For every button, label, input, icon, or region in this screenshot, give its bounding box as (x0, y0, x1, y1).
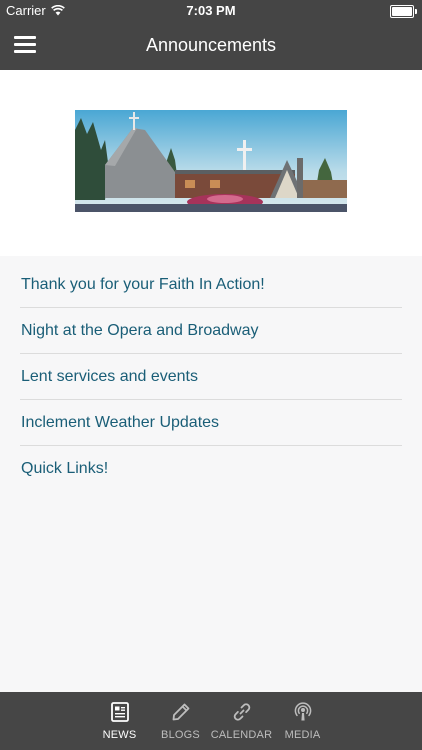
announcement-item[interactable]: Quick Links! (20, 446, 402, 491)
newspaper-icon (110, 702, 129, 722)
announcement-item[interactable]: Thank you for your Faith In Action! (20, 262, 402, 308)
nav-bar: Announcements (0, 22, 422, 70)
battery-level (392, 7, 412, 16)
status-bar: Carrier 7:03 PM (0, 0, 422, 22)
announcement-title: Thank you for your Faith In Action! (21, 275, 265, 293)
tab-blogs[interactable]: BLOGS (150, 692, 211, 750)
announcement-item[interactable]: Night at the Opera and Broadway (20, 308, 402, 354)
announcement-title: Lent services and events (21, 367, 198, 385)
battery-icon (390, 5, 417, 18)
page-title: Announcements (145, 35, 277, 55)
announcement-title: Quick Links! (21, 459, 109, 477)
announcement-item[interactable]: Inclement Weather Updates (20, 400, 402, 446)
link-icon (233, 703, 250, 721)
tab-bar: NEWS BLOGS CALENDAR MEDIA (0, 692, 422, 750)
hero-banner (0, 70, 422, 256)
pencil-icon (172, 703, 189, 721)
church-photo (75, 110, 347, 212)
hamburger-menu-icon[interactable] (14, 36, 36, 54)
tab-label: MEDIA (284, 729, 321, 741)
announcements-list: Thank you for your Faith In Action! Nigh… (0, 262, 422, 491)
clock: 7:03 PM (186, 3, 236, 18)
announcement-item[interactable]: Lent services and events (20, 354, 402, 400)
tab-news[interactable]: NEWS (89, 692, 150, 750)
announcement-title: Inclement Weather Updates (21, 413, 220, 431)
tab-media[interactable]: MEDIA (272, 692, 333, 750)
announcement-title: Night at the Opera and Broadway (21, 321, 259, 339)
tab-calendar[interactable]: CALENDAR (211, 692, 272, 750)
podcast-icon (294, 702, 311, 721)
